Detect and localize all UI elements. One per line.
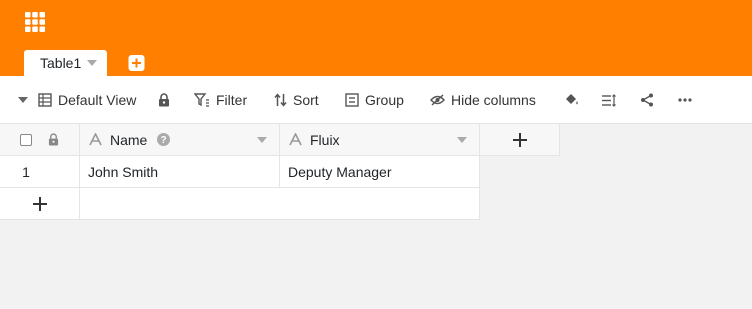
sort-label: Sort	[293, 92, 319, 108]
plus-icon	[512, 132, 527, 147]
view-name: Default View	[58, 92, 137, 108]
hide-columns-button[interactable]: Hide columns	[430, 76, 536, 124]
table-icon	[38, 93, 52, 107]
add-column-button[interactable]	[480, 124, 560, 156]
lock-icon	[48, 133, 59, 149]
table-cell-fluix[interactable]: Deputy Manager	[280, 156, 480, 188]
column-title: Fluix	[310, 132, 340, 148]
add-row-button[interactable]	[0, 188, 80, 220]
current-view-button[interactable]: Default View	[38, 76, 136, 124]
filter-label: Filter	[216, 92, 248, 108]
row-number: 1	[22, 164, 30, 180]
eye-slash-icon	[430, 94, 445, 106]
svg-text:?: ?	[160, 135, 166, 146]
app-header: Table1	[0, 0, 752, 76]
text-type-icon	[89, 132, 102, 149]
more-dots-icon	[678, 98, 692, 102]
sort-icon	[274, 93, 287, 107]
cell-value: Deputy Manager	[288, 163, 392, 180]
add-row	[0, 188, 480, 220]
lock-icon	[159, 93, 169, 107]
chevron-down-icon[interactable]	[457, 137, 467, 143]
add-row-bar	[0, 188, 480, 220]
paint-bucket-icon	[566, 94, 578, 105]
row-height-icon	[602, 93, 616, 107]
hide-columns-label: Hide columns	[451, 92, 536, 108]
select-all-checkbox[interactable]	[20, 134, 32, 146]
row-color-button[interactable]	[564, 76, 579, 124]
view-toolbar: Default View Filter Sort Group Hide colu…	[0, 76, 752, 124]
plus-icon	[32, 197, 47, 211]
chevron-down-icon[interactable]	[87, 60, 98, 66]
chevron-down-icon[interactable]	[257, 137, 267, 143]
views-menu-button[interactable]	[17, 76, 29, 124]
row-index-cell[interactable]: 1	[0, 156, 80, 188]
column-title: Name	[110, 132, 148, 148]
caret-down-icon	[18, 97, 28, 103]
group-icon	[345, 93, 359, 107]
table-cell-name[interactable]: John Smith	[80, 156, 280, 188]
sort-button[interactable]: Sort	[274, 76, 319, 124]
tab-label: Table1	[40, 55, 82, 71]
lock-view-button[interactable]	[158, 76, 170, 124]
group-button[interactable]: Group	[345, 76, 404, 124]
text-type-icon	[289, 132, 302, 149]
column-header-fluix[interactable]: Fluix	[280, 124, 480, 156]
more-options-button[interactable]	[678, 76, 692, 124]
help-icon[interactable]: ?	[157, 133, 170, 149]
column-header-name[interactable]: Name ?	[80, 124, 280, 156]
select-all-header	[0, 124, 80, 156]
share-icon	[641, 93, 653, 107]
share-button[interactable]	[640, 76, 654, 124]
table-row[interactable]: 1 John Smith Deputy Manager	[0, 156, 480, 188]
filter-icon	[194, 93, 209, 107]
filter-button[interactable]: Filter	[194, 76, 247, 124]
group-label: Group	[365, 92, 404, 108]
header-row: Name ? Fluix	[0, 124, 560, 156]
apps-grid-icon[interactable]	[24, 11, 48, 35]
cell-value: John Smith	[88, 163, 159, 180]
add-table-icon[interactable]	[128, 55, 145, 71]
tab-table1[interactable]: Table1	[24, 50, 108, 76]
row-height-button[interactable]	[601, 76, 616, 124]
